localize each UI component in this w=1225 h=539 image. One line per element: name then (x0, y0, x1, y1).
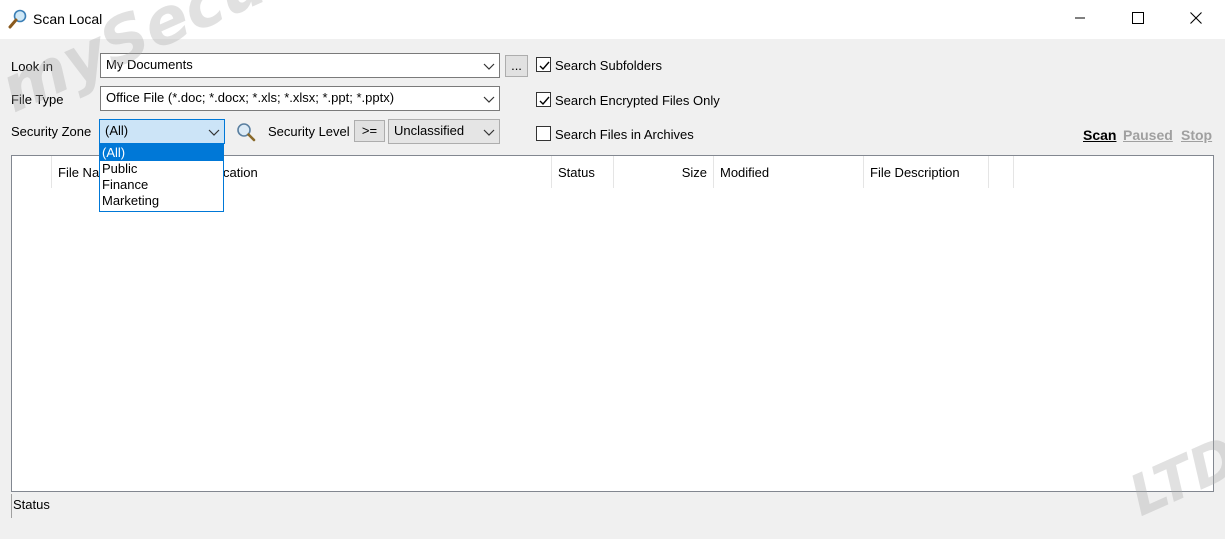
magnifier-app-icon (8, 9, 28, 29)
look-in-combobox[interactable]: My Documents (100, 53, 500, 78)
security-zone-combobox[interactable]: (All) (99, 119, 225, 144)
search-subfolders-label: Search Subfolders (555, 58, 662, 73)
search-archives-checkbox[interactable] (536, 126, 551, 141)
security-zone-dropdown-list[interactable]: (All) Public Finance Marketing (99, 144, 224, 212)
search-encrypted-checkbox[interactable] (536, 92, 551, 107)
security-zone-value: (All) (105, 123, 129, 138)
title-bar: Scan Local (0, 0, 1225, 39)
scan-link[interactable]: Scan (1083, 127, 1116, 143)
maximize-button[interactable] (1109, 0, 1167, 39)
file-type-label: File Type (11, 92, 64, 107)
zone-option-public[interactable]: Public (100, 161, 223, 177)
column-header-blank[interactable] (12, 156, 52, 188)
maximize-icon (1132, 12, 1144, 27)
window-title: Scan Local (33, 11, 103, 27)
zone-option-marketing[interactable]: Marketing (100, 193, 223, 209)
chevron-down-icon (483, 93, 495, 105)
chevron-down-icon (483, 126, 495, 138)
security-level-label: Security Level (268, 124, 350, 139)
file-type-value: Office File (*.doc; *.docx; *.xls; *.xls… (106, 90, 395, 105)
status-bar: Status (11, 494, 1214, 518)
search-encrypted-label: Search Encrypted Files Only (555, 93, 720, 108)
column-header-modified[interactable]: Modified (714, 156, 864, 188)
column-header-file-description[interactable]: File Description (864, 156, 989, 188)
look-in-value: My Documents (106, 57, 193, 72)
search-subfolders-checkbox[interactable] (536, 57, 551, 72)
security-level-combobox[interactable]: Unclassified (388, 119, 500, 144)
level-operator-button[interactable]: >= (354, 120, 385, 142)
column-header-size[interactable]: Size (614, 156, 714, 188)
chevron-down-icon (208, 126, 220, 138)
chevron-down-icon (483, 60, 495, 72)
minimize-button[interactable] (1051, 0, 1109, 39)
column-header-status[interactable]: Status (552, 156, 614, 188)
close-icon (1190, 12, 1202, 27)
file-type-combobox[interactable]: Office File (*.doc; *.docx; *.xls; *.xls… (100, 86, 500, 111)
security-zone-label: Security Zone (11, 124, 92, 139)
status-text: Status (13, 497, 50, 512)
stop-link[interactable]: Stop (1181, 127, 1212, 143)
column-header-location[interactable]: cation (217, 156, 552, 188)
zone-option-all[interactable]: (All) (100, 145, 223, 161)
browse-button[interactable]: ... (505, 55, 528, 77)
close-button[interactable] (1167, 0, 1225, 39)
minimize-icon (1074, 12, 1086, 27)
look-in-label: Look in (11, 59, 53, 74)
paused-link[interactable]: Paused (1123, 127, 1173, 143)
search-icon[interactable] (235, 121, 257, 143)
zone-option-finance[interactable]: Finance (100, 177, 223, 193)
column-header-extra[interactable] (989, 156, 1014, 188)
search-archives-label: Search Files in Archives (555, 127, 694, 142)
security-level-value: Unclassified (394, 123, 465, 138)
